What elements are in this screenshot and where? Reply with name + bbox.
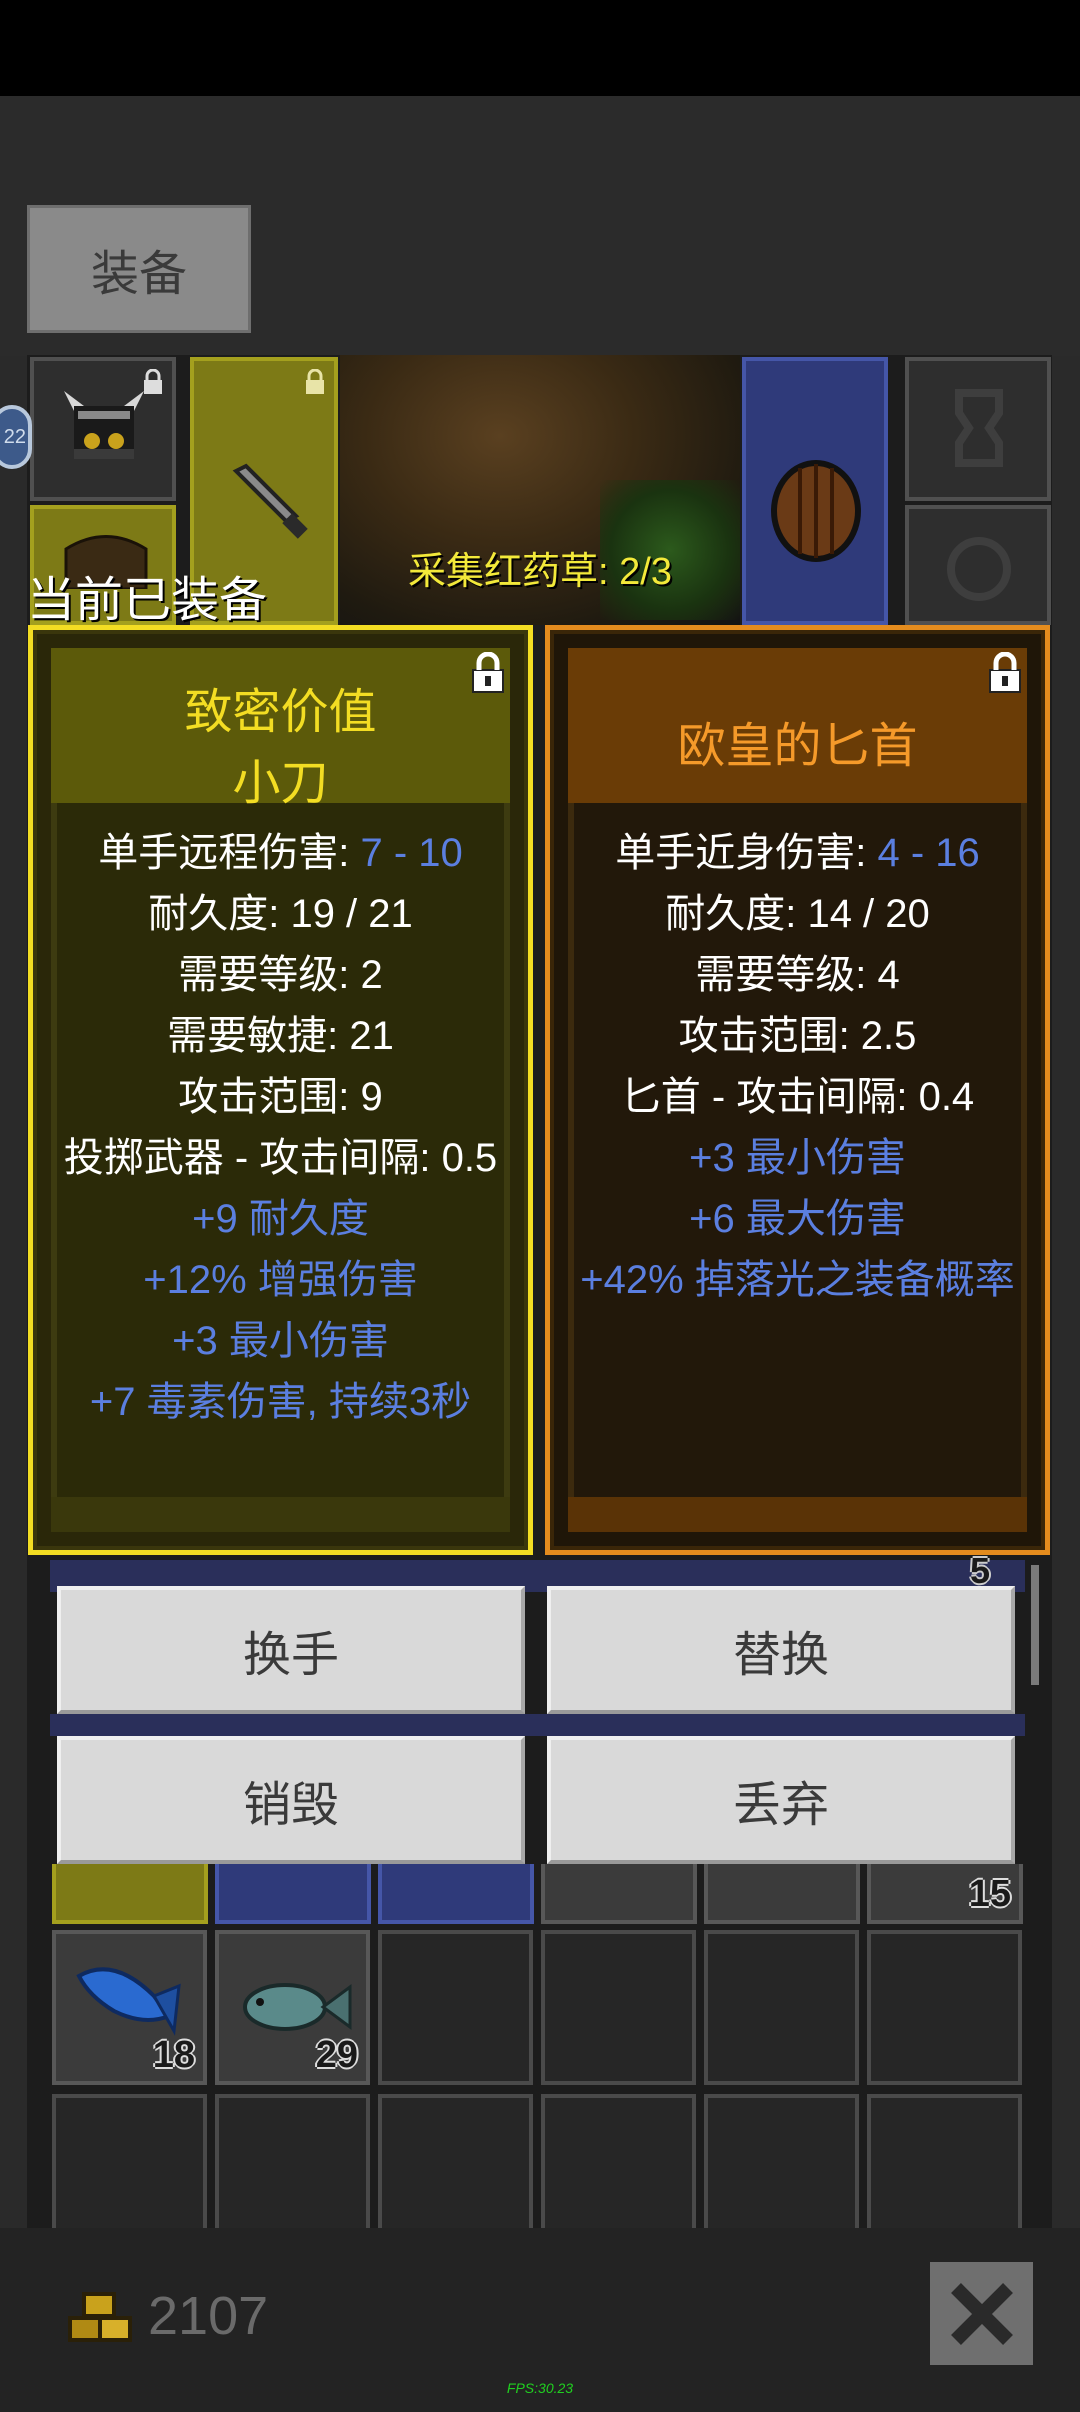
inventory-slot-empty[interactable]: [52, 2094, 207, 2228]
destroy-button[interactable]: 销毁: [57, 1736, 525, 1864]
empty-slot-silhouette-icon: [955, 389, 1003, 467]
fps-counter: FPS:30.23: [506, 2380, 574, 2396]
close-button[interactable]: [930, 2262, 1033, 2365]
lock-icon[interactable]: [987, 652, 1023, 694]
inventory-slot-empty[interactable]: [704, 2094, 859, 2228]
ring-slot[interactable]: [905, 505, 1051, 625]
bonus-stat: +3 最小伤害: [172, 1319, 389, 1363]
stat-range: 攻击范围: 2.5: [678, 1014, 917, 1058]
card-footer: [568, 1497, 1027, 1532]
inventory-row-partial: [50, 1714, 1025, 1736]
blue-fish-icon: [76, 1967, 181, 2036]
level-badge[interactable]: 22: [0, 405, 32, 469]
inventory-slot[interactable]: [215, 1864, 371, 1924]
inventory-slot-empty[interactable]: [215, 2094, 370, 2228]
scrollbar[interactable]: [1031, 1565, 1039, 1685]
close-icon: [950, 2282, 1013, 2345]
stat-attack-interval: 匕首 - 攻击间隔: 0.4: [620, 1075, 975, 1119]
ornate-corner: [546, 626, 580, 660]
knife-icon: [232, 463, 308, 539]
stat-attack-interval: 投掷武器 - 攻击间隔: 0.5: [63, 1136, 498, 1180]
compared-item-card: 欧皇的匕首 单手近身伤害: 4 - 16 耐久度: 14 / 20 需要等级: …: [545, 625, 1050, 1555]
status-bar: [0, 0, 1080, 96]
quest-tracker: 采集红药草: 2/3: [408, 551, 672, 593]
card-footer: [51, 1497, 510, 1532]
item-title-line1: 致密价值: [184, 686, 377, 739]
inventory-slot[interactable]: [52, 1864, 208, 1924]
item-count: 18: [152, 2034, 195, 2076]
bonus-stat: +12% 增强伤害: [143, 1258, 418, 1302]
lock-icon: [144, 369, 162, 394]
inventory-slot-empty[interactable]: [541, 2094, 696, 2228]
bonus-stat: +9 耐久度: [192, 1197, 369, 1241]
item-title-line2: 小刀: [232, 757, 329, 810]
item-count: 15: [968, 1873, 1011, 1915]
stat-range: 攻击范围: 9: [178, 1075, 383, 1119]
bonus-stat: +3 最小伤害: [689, 1136, 906, 1180]
tab-equipment[interactable]: 装备: [27, 205, 251, 333]
currently-equipped-label: 当前已装备: [27, 574, 268, 627]
stat-damage: 单手近身伤害: 4 - 16: [615, 831, 980, 875]
ornate-corner: [546, 1520, 580, 1554]
inventory-slot[interactable]: 15: [867, 1864, 1023, 1924]
stat-required-dex: 需要敏捷: 21: [167, 1014, 394, 1058]
item-title: 欧皇的匕首: [677, 720, 918, 773]
ring-silhouette-icon: [947, 537, 1011, 601]
card-header: 欧皇的匕首: [568, 648, 1027, 803]
discard-button[interactable]: 丢弃: [547, 1736, 1015, 1864]
inventory-slot-empty[interactable]: [867, 2094, 1022, 2228]
inventory-slot[interactable]: 18: [52, 1930, 207, 2085]
inventory-slot[interactable]: [541, 1864, 697, 1924]
stat-durability: 耐久度: 14 / 20: [665, 892, 930, 936]
shield-icon: [771, 460, 861, 562]
lock-icon: [306, 369, 324, 394]
bonus-stat: +7 毒素伤害, 持续3秒: [89, 1380, 472, 1424]
equipped-item-card: 致密价值 小刀 单手远程伤害: 7 - 10 耐久度: 19 / 21 需要等级…: [28, 625, 533, 1555]
gold-amount: 2107: [148, 2286, 269, 2346]
stat-required-level: 需要等级: 4: [695, 953, 900, 997]
card-header: 致密价值 小刀: [51, 648, 510, 810]
inventory-slot[interactable]: 29: [215, 1930, 370, 2085]
inventory-slot-empty[interactable]: [378, 1930, 533, 2085]
accessory-slot[interactable]: [905, 357, 1051, 501]
stat-required-level: 需要等级: 2: [178, 953, 383, 997]
ornate-corner: [1015, 1520, 1049, 1554]
helmet-slot[interactable]: [30, 357, 176, 501]
inventory-slot-empty[interactable]: [541, 1930, 696, 2085]
inventory-slot[interactable]: [704, 1864, 860, 1924]
lock-icon[interactable]: [470, 652, 506, 694]
inventory-slot-empty[interactable]: [378, 2094, 533, 2228]
bonus-stat: +6 最大伤害: [689, 1197, 906, 1241]
inventory-slot[interactable]: [378, 1864, 534, 1924]
stat-durability: 耐久度: 19 / 21: [148, 892, 413, 936]
item-count: 29: [315, 2034, 358, 2076]
gray-fish-icon: [243, 1983, 352, 2031]
inventory-slot-empty[interactable]: [867, 1930, 1022, 2085]
bonus-stat: +42% 掉落光之装备概率: [580, 1258, 1015, 1302]
gold-coins-icon: [68, 2292, 132, 2342]
inventory-slot-empty[interactable]: [704, 1930, 859, 2085]
swap-hands-button[interactable]: 换手: [57, 1586, 525, 1714]
replace-button[interactable]: 替换: [547, 1586, 1015, 1714]
stat-damage: 单手远程伤害: 7 - 10: [98, 831, 463, 875]
